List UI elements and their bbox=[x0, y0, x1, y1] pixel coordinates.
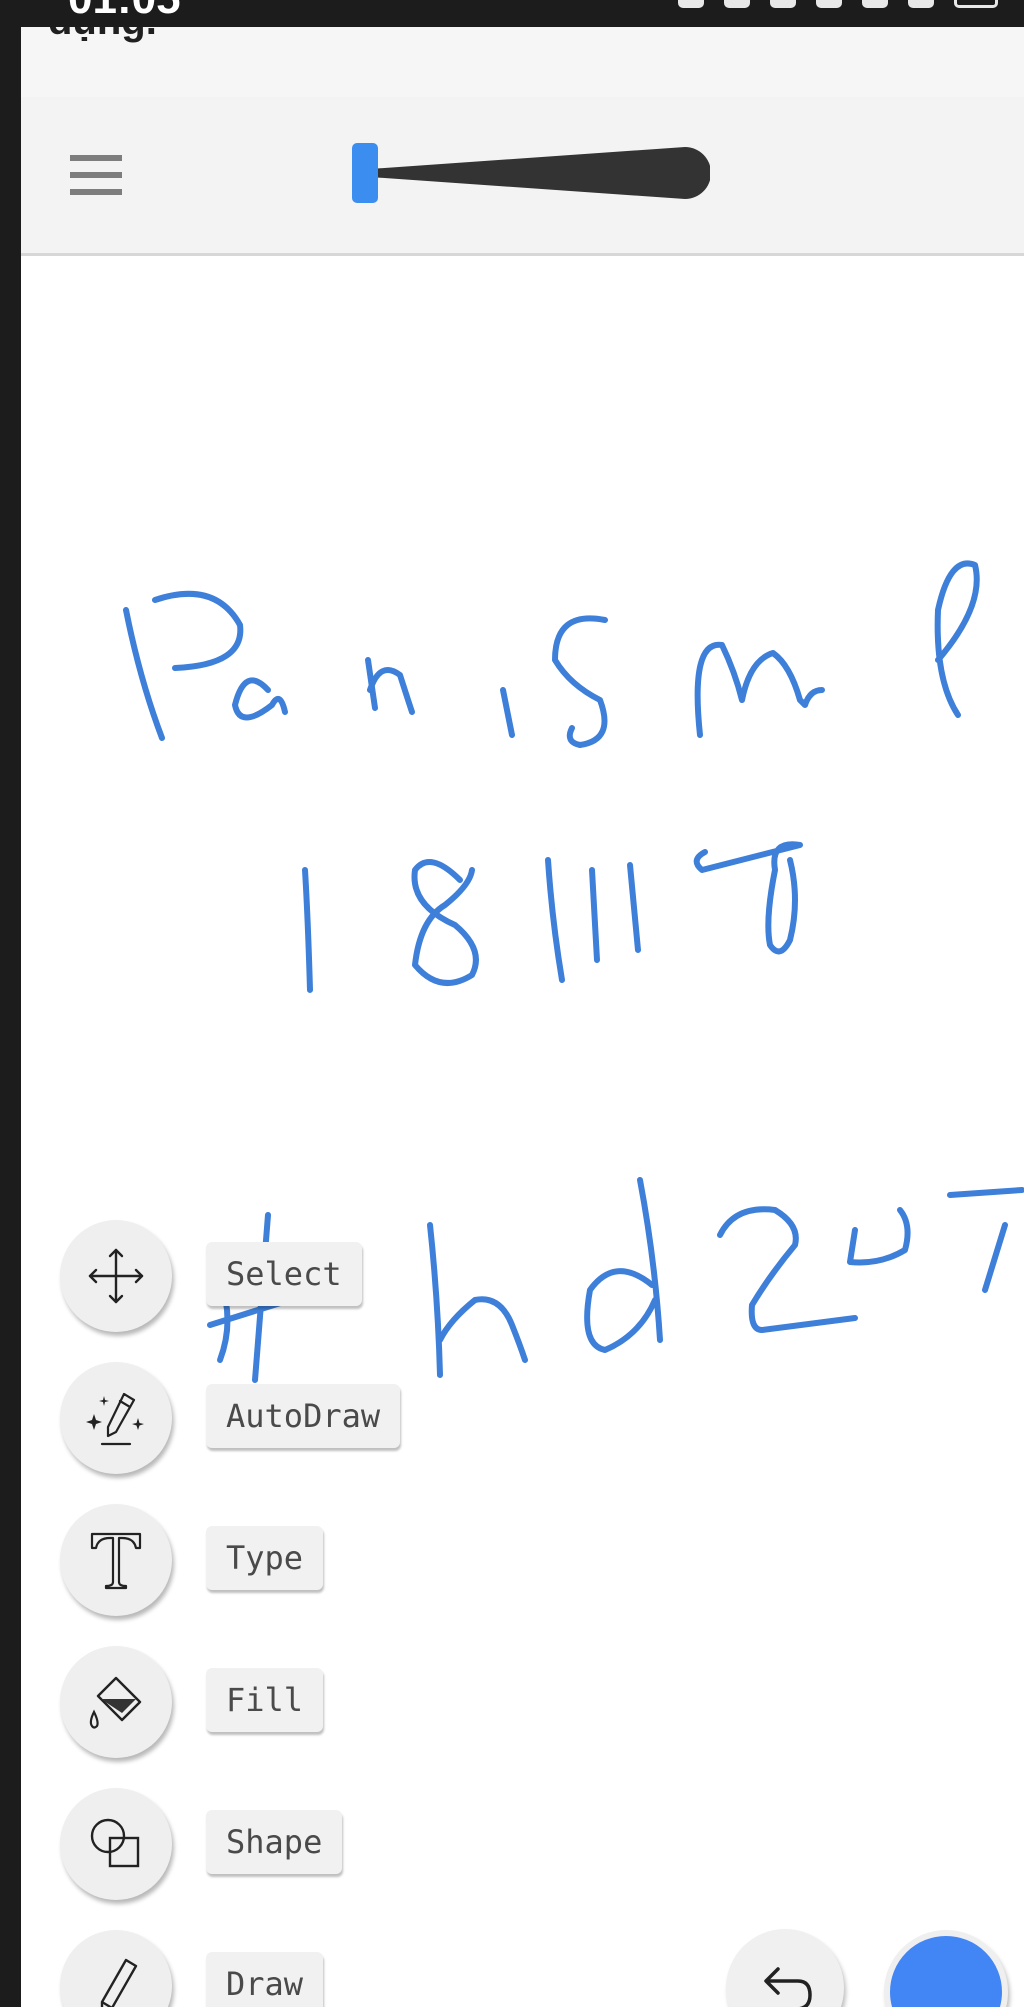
alarm-icon bbox=[816, 0, 842, 8]
select-tool-button[interactable] bbox=[60, 1220, 172, 1332]
shape-tool-label[interactable]: Shape bbox=[206, 1810, 343, 1874]
stroke-width-slider[interactable] bbox=[350, 141, 710, 205]
type-tool-label[interactable]: Type bbox=[206, 1526, 324, 1590]
slider-track bbox=[370, 147, 710, 199]
notification-icon bbox=[678, 0, 704, 8]
browser-strip: dụng. bbox=[0, 0, 1024, 97]
status-time: 01:05 bbox=[68, 0, 181, 24]
signal-icon bbox=[908, 0, 934, 8]
paint-bucket-icon bbox=[89, 1676, 142, 1729]
autodraw-tool-button[interactable] bbox=[60, 1362, 172, 1474]
undo-icon bbox=[764, 1967, 812, 2007]
select-tool-label[interactable]: Select bbox=[206, 1242, 362, 1306]
fill-tool-label[interactable]: Fill bbox=[206, 1668, 324, 1732]
top-toolbar bbox=[0, 97, 1024, 256]
sync-icon bbox=[770, 0, 796, 8]
slider-handle[interactable] bbox=[352, 143, 378, 203]
drawing-canvas[interactable] bbox=[0, 256, 1024, 2007]
pencil-icon bbox=[100, 1958, 138, 2007]
data-icon bbox=[862, 0, 888, 8]
autodraw-tool-label[interactable]: AutoDraw bbox=[206, 1384, 401, 1448]
type-tool-button[interactable] bbox=[60, 1504, 172, 1616]
sparkle-pencil-icon bbox=[86, 1392, 144, 1446]
autodraw-screen: 01:05 dụng. bbox=[0, 0, 1024, 2007]
draw-tool-label[interactable]: Draw bbox=[206, 1952, 324, 2007]
wifi-icon bbox=[724, 0, 750, 8]
hamburger-menu-icon[interactable] bbox=[62, 145, 132, 205]
shape-tool-button[interactable] bbox=[60, 1788, 172, 1900]
move-arrows-icon bbox=[88, 1248, 144, 1304]
fill-tool-button[interactable] bbox=[60, 1646, 172, 1758]
status-icons bbox=[678, 0, 998, 18]
battery-icon bbox=[954, 0, 998, 8]
shapes-icon bbox=[90, 1818, 140, 1868]
screen-left-edge bbox=[0, 0, 21, 2007]
status-bar: 01:05 bbox=[0, 0, 1024, 27]
text-t-icon bbox=[90, 1532, 142, 1590]
